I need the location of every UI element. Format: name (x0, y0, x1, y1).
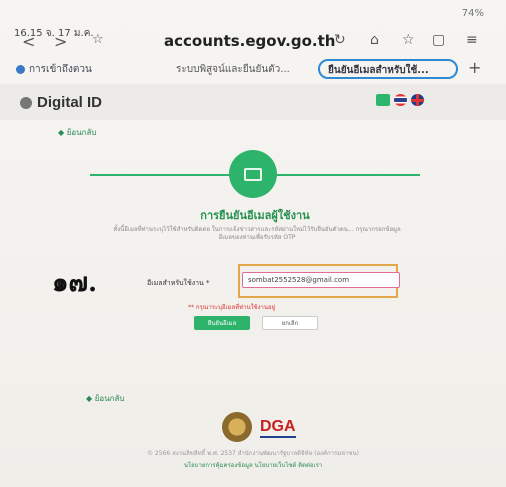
uk-flag-icon[interactable] (411, 94, 424, 106)
government-seal-icon (222, 412, 252, 442)
fingerprint-icon (20, 96, 32, 109)
confirm-email-button[interactable]: ยืนยันอีเมล (194, 316, 250, 330)
dga-logo-text: DGA (260, 418, 296, 435)
card-description: ทั้งนี้อีเมลที่ท่านระบุไว้ใช้สำหรับติดต่… (113, 226, 401, 241)
brand[interactable]: Digital ID (20, 94, 102, 111)
copyright-text: © 2566 สงวนลิขสิทธิ์ พ.ศ. 2537 สำนักงานพ… (146, 450, 360, 457)
card-title: การยืนยันอีเมลผู้ใช้งาน (200, 209, 310, 222)
tab-bar: การเข้าถึงตวน ระบบพิสูจน์และยืนยันตัว...… (0, 58, 506, 80)
new-tab-icon[interactable]: + (468, 58, 481, 77)
forward-icon[interactable]: > (54, 32, 67, 51)
site-header: Digital ID (0, 84, 506, 120)
back-link-top[interactable]: ◆ ย้อนกลับ (58, 126, 96, 139)
thai-flag-icon[interactable] (394, 94, 407, 106)
tab-1-label: การเข้าถึงตวน (29, 64, 92, 75)
menu-toggle-icon[interactable] (376, 94, 390, 106)
reload-icon[interactable]: ↻ (334, 32, 346, 48)
url-field[interactable]: accounts.egov.go.th (164, 32, 335, 50)
tab-1[interactable]: การเข้าถึงตวน (16, 62, 92, 77)
tab-favicon-icon (16, 65, 25, 74)
email-field[interactable] (242, 272, 400, 288)
mail-icon (244, 167, 262, 181)
dga-underline (260, 436, 296, 438)
tabs-icon[interactable]: ▢ (432, 32, 445, 48)
language-switcher (376, 94, 424, 106)
email-hint: ** กรุณาระบุอีเมลที่ท่านใช้งานอยู่ (188, 304, 276, 311)
tab-2[interactable]: ระบบพิสูจน์และยืนยันตัว... (176, 62, 290, 77)
battery-indicator: 74% (461, 8, 484, 19)
back-icon[interactable]: < (22, 32, 35, 51)
tab-3-active[interactable]: ยืนยันอีเมลสำหรับใช้... (318, 59, 458, 79)
step-annotation: ๑๗. (52, 268, 98, 298)
bookmark-icon[interactable]: ☆ (402, 32, 415, 48)
brand-label: Digital ID (37, 94, 103, 111)
home-star-icon[interactable]: ☆ (92, 32, 104, 47)
address-bar: < > ☆ accounts.egov.go.th ↻ ⌂ ☆ ▢ ≡ (0, 32, 506, 54)
back-link-bottom[interactable]: ◆ ย้อนกลับ (86, 392, 124, 405)
footer-logos: DGA (222, 412, 296, 442)
menu-icon[interactable]: ≡ (466, 32, 478, 48)
verify-email-card: การยืนยันอีเมลผู้ใช้งาน ทั้งนี้อีเมลที่ท… (90, 150, 420, 362)
email-field-label: อีเมลสำหรับใช้งาน * (147, 279, 210, 287)
mail-badge (229, 150, 277, 198)
page: 16.15 จ. 17 ม.ค. 74% < > ☆ accounts.egov… (0, 0, 506, 487)
footer-links[interactable]: นโยบายการคุ้มครองข้อมูล นโยบายเว็บไซต์ ต… (0, 460, 506, 470)
home-icon[interactable]: ⌂ (370, 32, 379, 48)
dga-logo: DGA (260, 418, 296, 438)
cancel-button[interactable]: ยกเลิก (262, 316, 318, 330)
